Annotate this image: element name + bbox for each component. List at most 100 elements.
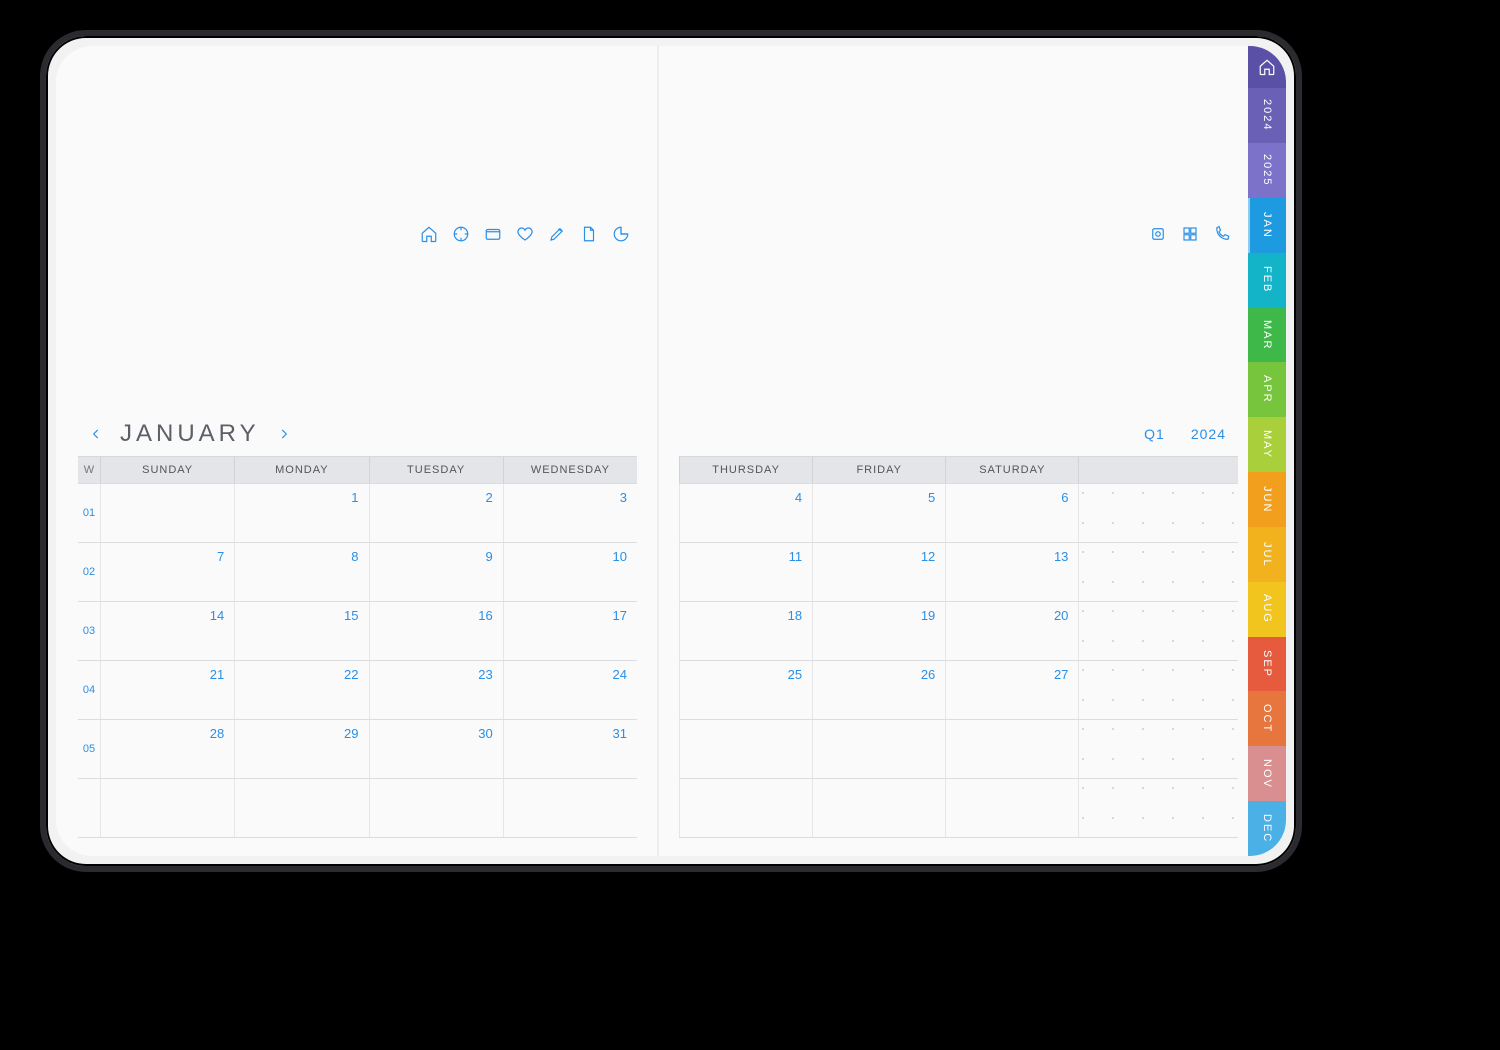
tab-mar[interactable]: MAR	[1248, 307, 1286, 362]
tab-feb[interactable]: FEB	[1248, 253, 1286, 308]
record-icon[interactable]	[1148, 224, 1168, 244]
notes-cell[interactable]	[1078, 720, 1238, 778]
notes-cell[interactable]	[1078, 779, 1238, 837]
day-cell[interactable]	[369, 779, 503, 837]
day-cell[interactable]: 19	[812, 602, 945, 660]
day-cell[interactable]: 1	[234, 484, 368, 542]
week-number[interactable]: 04	[78, 661, 100, 719]
day-cell[interactable]: 22	[234, 661, 368, 719]
tab-apr[interactable]: APR	[1248, 362, 1286, 417]
tab-jul[interactable]: JUL	[1248, 527, 1286, 582]
chart-icon[interactable]	[611, 224, 631, 244]
day-cell[interactable]: 13	[945, 543, 1078, 601]
day-cell[interactable]: 12	[812, 543, 945, 601]
calendar-grid-left: 0112302789100314151617042122232405282930…	[78, 483, 637, 839]
day-cell[interactable]: 29	[234, 720, 368, 778]
day-cell[interactable]: 9	[369, 543, 503, 601]
day-header: WEDNESDAY	[503, 457, 637, 483]
day-number: 24	[613, 667, 627, 682]
day-cell[interactable]: 4	[679, 484, 812, 542]
week-number[interactable]: 05	[78, 720, 100, 778]
day-cell[interactable]: 16	[369, 602, 503, 660]
side-tabs: 20242025JANFEBMARAPRMAYJUNJULAUGSEPOCTNO…	[1248, 46, 1286, 856]
quarter-label[interactable]: Q1	[1144, 426, 1165, 442]
heart-icon[interactable]	[515, 224, 535, 244]
week-number[interactable]	[78, 779, 100, 837]
file-icon[interactable]	[579, 224, 599, 244]
day-cell[interactable]	[100, 484, 234, 542]
home-icon[interactable]	[419, 224, 439, 244]
week-number[interactable]: 02	[78, 543, 100, 601]
day-cell[interactable]: 7	[100, 543, 234, 601]
year-label[interactable]: 2024	[1191, 426, 1226, 442]
edit-icon[interactable]	[547, 224, 567, 244]
day-cell[interactable]	[945, 779, 1078, 837]
tab-2025[interactable]: 2025	[1248, 143, 1286, 198]
notes-cell[interactable]	[1078, 484, 1238, 542]
week-number[interactable]: 03	[78, 602, 100, 660]
day-cell[interactable]: 31	[503, 720, 637, 778]
tab-jun[interactable]: JUN	[1248, 472, 1286, 527]
next-month-button[interactable]	[274, 424, 294, 444]
dashboard-icon[interactable]	[1180, 224, 1200, 244]
target-icon[interactable]	[451, 224, 471, 244]
folder-icon[interactable]	[483, 224, 503, 244]
day-cell[interactable]: 14	[100, 602, 234, 660]
day-cell[interactable]	[812, 779, 945, 837]
day-cell[interactable]: 17	[503, 602, 637, 660]
day-number: 20	[1054, 608, 1068, 623]
day-cell[interactable]: 28	[100, 720, 234, 778]
tab-dec[interactable]: DEC	[1248, 801, 1286, 856]
tab-aug[interactable]: AUG	[1248, 582, 1286, 637]
tab-sep[interactable]: SEP	[1248, 637, 1286, 692]
day-cell[interactable]: 26	[812, 661, 945, 719]
day-cell[interactable]: 23	[369, 661, 503, 719]
day-cell[interactable]: 21	[100, 661, 234, 719]
day-cell[interactable]: 15	[234, 602, 368, 660]
day-number: 18	[788, 608, 802, 623]
tab-nov[interactable]: NOV	[1248, 746, 1286, 801]
day-cell[interactable]: 18	[679, 602, 812, 660]
day-cell[interactable]	[100, 779, 234, 837]
tab-home[interactable]	[1248, 46, 1286, 88]
tab-oct[interactable]: OCT	[1248, 691, 1286, 746]
day-number: 19	[921, 608, 935, 623]
day-number: 1	[351, 490, 358, 505]
tab-jan[interactable]: JAN	[1248, 198, 1286, 253]
day-cell[interactable]: 27	[945, 661, 1078, 719]
day-cell[interactable]: 10	[503, 543, 637, 601]
day-cell[interactable]: 3	[503, 484, 637, 542]
day-cell[interactable]: 24	[503, 661, 637, 719]
week-number[interactable]: 01	[78, 484, 100, 542]
day-cell[interactable]	[679, 720, 812, 778]
day-header: THURSDAY	[679, 457, 812, 483]
day-cell[interactable]: 20	[945, 602, 1078, 660]
day-cell[interactable]: 2	[369, 484, 503, 542]
day-number: 5	[928, 490, 935, 505]
week-row	[679, 720, 1238, 779]
day-cell[interactable]	[503, 779, 637, 837]
week-row: 01 123	[78, 483, 637, 543]
day-cell[interactable]: 25	[679, 661, 812, 719]
prev-month-button[interactable]	[86, 424, 106, 444]
day-cell[interactable]: 6	[945, 484, 1078, 542]
day-cell[interactable]	[945, 720, 1078, 778]
tab-may[interactable]: MAY	[1248, 417, 1286, 472]
day-number: 30	[478, 726, 492, 741]
day-number: 17	[613, 608, 627, 623]
notes-cell[interactable]	[1078, 602, 1238, 660]
notes-cell[interactable]	[1078, 661, 1238, 719]
tab-2024[interactable]: 2024	[1248, 88, 1286, 143]
day-number: 13	[1054, 549, 1068, 564]
day-cell[interactable]	[812, 720, 945, 778]
day-cell[interactable]: 8	[234, 543, 368, 601]
notes-cell[interactable]	[1078, 543, 1238, 601]
day-cell[interactable]	[234, 779, 368, 837]
calendar-grid-right: 4 56 1112 13 18 19 20 252627	[679, 483, 1238, 839]
day-number: 4	[795, 490, 802, 505]
day-cell[interactable]	[679, 779, 812, 837]
day-cell[interactable]: 30	[369, 720, 503, 778]
phone-icon[interactable]	[1212, 224, 1232, 244]
day-cell[interactable]: 5	[812, 484, 945, 542]
day-cell[interactable]: 11	[679, 543, 812, 601]
